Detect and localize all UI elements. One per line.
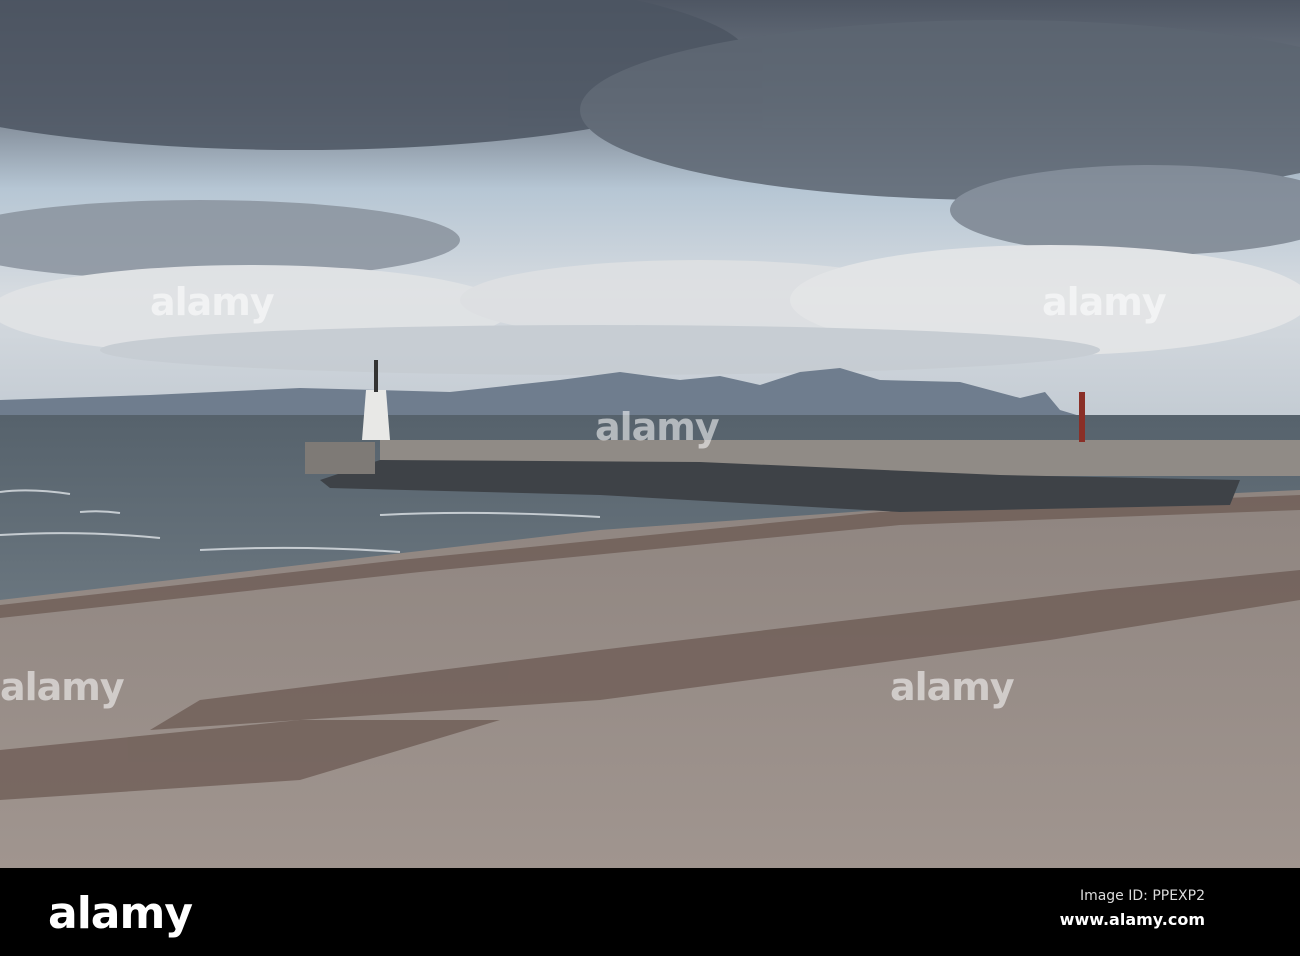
watermark: alamy: [0, 665, 125, 709]
image-id: Image ID: PPEXP2: [1079, 888, 1205, 904]
watermark: alamy: [595, 405, 720, 449]
alamy-logo: alamy: [48, 888, 193, 939]
watermark: alamy: [150, 280, 275, 324]
red-beacon: [1079, 392, 1085, 442]
pier-platform: [305, 442, 375, 474]
watermark: alamy: [1042, 280, 1167, 324]
footer-bar: alamy Image ID: PPEXP2 www.alamy.com: [0, 868, 1300, 956]
stock-photo: alamy alamy alamy alamy alamy alamy Imag…: [0, 0, 1300, 956]
site-url: www.alamy.com: [1059, 910, 1205, 929]
watermark: alamy: [890, 665, 1015, 709]
lighthouse: [362, 390, 390, 440]
